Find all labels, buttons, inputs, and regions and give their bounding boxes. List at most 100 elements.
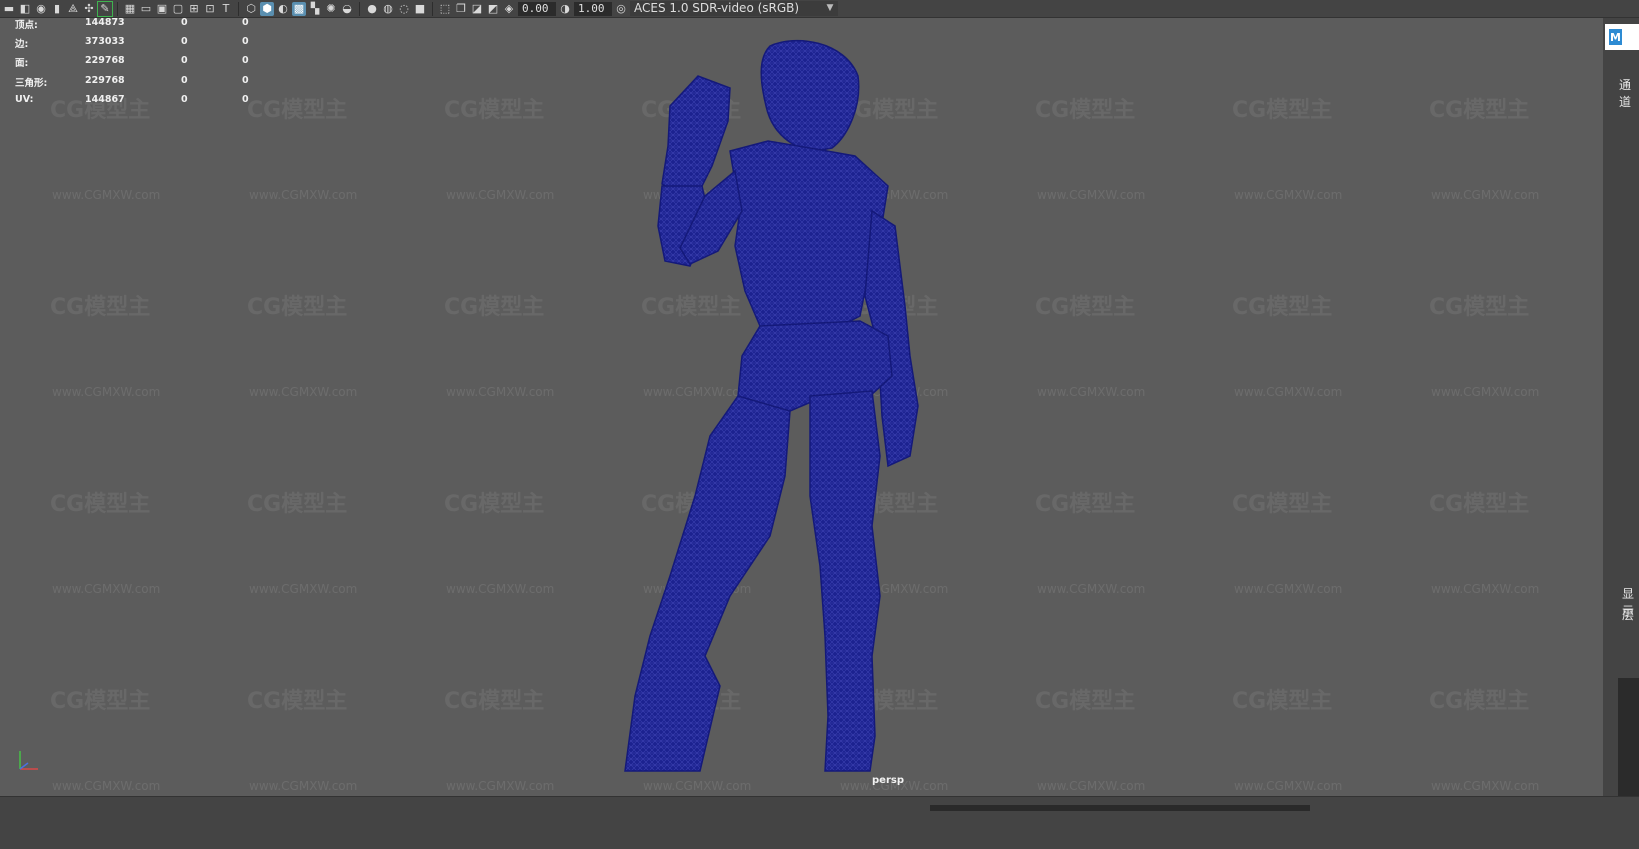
exposure-input[interactable] bbox=[518, 1, 556, 16]
gamma-icon[interactable]: ◑ bbox=[558, 2, 572, 16]
watermark-url: www.CGMXW.com bbox=[446, 385, 555, 399]
watermark-url: www.CGMXW.com bbox=[249, 582, 358, 596]
safe-action-icon[interactable]: ⊡ bbox=[203, 2, 217, 16]
watermark-logo: CG模型主 bbox=[1035, 98, 1136, 123]
camera-name-label: persp bbox=[872, 775, 904, 786]
hud-value: 144873 bbox=[85, 17, 125, 28]
field-chart-icon[interactable]: ⊞ bbox=[187, 2, 201, 16]
motion-blur-icon[interactable]: ◍ bbox=[381, 2, 395, 16]
watermark-logo: CG模型主 bbox=[50, 492, 151, 517]
hud-value: 0 bbox=[181, 55, 188, 67]
isolate-select-icon[interactable]: ⬚ bbox=[438, 2, 452, 16]
watermark-url: www.CGMXW.com bbox=[1234, 779, 1343, 793]
chevron-down-icon[interactable]: ▼ bbox=[822, 1, 838, 16]
maya-logo-tile: M bbox=[1605, 24, 1639, 50]
hud-row-edges: 边: 373033 0 0 bbox=[15, 36, 255, 55]
hud-label: UV: bbox=[15, 93, 34, 105]
toolbar-divider bbox=[117, 1, 118, 16]
hud-label: 顶点: bbox=[15, 20, 38, 31]
ambient-occlusion-icon[interactable]: ● bbox=[365, 2, 379, 16]
hud-value: 0 bbox=[181, 74, 188, 86]
watermark-url: www.CGMXW.com bbox=[52, 582, 161, 596]
gate-mask-icon[interactable]: ▢ bbox=[171, 2, 185, 16]
channels-tab-label[interactable]: 通道 bbox=[1619, 76, 1639, 110]
watermark-url: www.CGMXW.com bbox=[1037, 385, 1146, 399]
watermark-url: www.CGMXW.com bbox=[52, 779, 161, 793]
color-space-dropdown[interactable]: ACES 1.0 SDR-video (sRGB) ▼ bbox=[630, 1, 838, 16]
camera-icon[interactable]: ▬ bbox=[2, 2, 16, 16]
watermark-url: www.CGMXW.com bbox=[1234, 188, 1343, 202]
watermark-logo: CG模型主 bbox=[1035, 689, 1136, 714]
exposure-icon[interactable]: ◈ bbox=[502, 2, 516, 16]
watermark-url: www.CGMXW.com bbox=[446, 779, 555, 793]
hud-value: 373033 bbox=[85, 36, 125, 48]
xray-icon[interactable]: ❐ bbox=[454, 2, 468, 16]
watermark-url: www.CGMXW.com bbox=[52, 188, 161, 202]
backface-icon[interactable]: ◩ bbox=[486, 2, 500, 16]
hud-value: 229768 bbox=[85, 74, 125, 86]
shadows-icon[interactable]: ◒ bbox=[340, 2, 354, 16]
hud-value: 0 bbox=[181, 36, 188, 48]
safe-title-icon[interactable]: T bbox=[219, 2, 233, 16]
hud-label: 边: bbox=[15, 39, 29, 51]
watermark-url: www.CGMXW.com bbox=[446, 188, 555, 202]
camera-lock-icon[interactable]: ◉ bbox=[34, 2, 48, 16]
hud-value: 0 bbox=[181, 17, 188, 28]
watermark-logo: CG模型主 bbox=[1035, 492, 1136, 517]
watermark-url: www.CGMXW.com bbox=[1234, 582, 1343, 596]
gamma-input[interactable] bbox=[574, 1, 612, 16]
layer-tab-label[interactable]: 层 bbox=[1622, 606, 1634, 623]
hud-value: 0 bbox=[181, 93, 188, 105]
poly-count-hud: 顶点: 144873 0 0 边: 373033 0 0 面: 229768 0… bbox=[15, 17, 255, 113]
watermark-logo: CG模型主 bbox=[1232, 295, 1333, 320]
watermark-logo: CG模型主 bbox=[247, 98, 348, 123]
time-slider-strip[interactable] bbox=[930, 805, 1310, 811]
hud-value: 0 bbox=[242, 17, 249, 28]
checker-icon[interactable]: ▚ bbox=[308, 2, 322, 16]
resolution-gate-icon[interactable]: ▣ bbox=[155, 2, 169, 16]
watermark-url: www.CGMXW.com bbox=[643, 779, 752, 793]
watermark-url: www.CGMXW.com bbox=[1234, 385, 1343, 399]
watermark-url: www.CGMXW.com bbox=[249, 385, 358, 399]
watermark-logo: CG模型主 bbox=[1232, 98, 1333, 123]
watermark-logo: CG模型主 bbox=[1429, 295, 1530, 320]
viewport-toolbar: ▬ ◧ ◉ ▮ ⟁ ✣ ✎ ▦ ▭ ▣ ▢ ⊞ ⊡ T ⬡ ⬢ ◐ ▩ ▚ ✺ … bbox=[0, 0, 1639, 18]
watermark-url: www.CGMXW.com bbox=[1431, 779, 1540, 793]
image-plane-icon[interactable]: ⟁ bbox=[66, 2, 80, 16]
two-d-pan-icon[interactable]: ✣ bbox=[82, 2, 96, 16]
smooth-shade-icon[interactable]: ⬢ bbox=[260, 1, 274, 16]
watermark-logo: CG模型主 bbox=[1429, 689, 1530, 714]
hud-value: 144867 bbox=[85, 93, 125, 105]
depth-of-field-icon[interactable]: ■ bbox=[413, 2, 427, 16]
layer-list-box[interactable] bbox=[1618, 678, 1639, 808]
wireframe-character-model[interactable] bbox=[610, 36, 940, 776]
anti-aliasing-icon[interactable]: ◌ bbox=[397, 2, 411, 16]
watermark-logo: CG模型主 bbox=[247, 492, 348, 517]
hud-value: 0 bbox=[242, 36, 249, 48]
watermark-logo: CG模型主 bbox=[444, 98, 545, 123]
axis-gizmo bbox=[19, 751, 38, 770]
lights-icon[interactable]: ✺ bbox=[324, 2, 338, 16]
watermark-logo: CG模型主 bbox=[444, 295, 545, 320]
default-material-icon[interactable]: ◐ bbox=[276, 2, 290, 16]
hud-value: 229768 bbox=[85, 55, 125, 67]
grease-pencil-icon[interactable]: ✎ bbox=[97, 0, 113, 17]
hud-row-vertices: 顶点: 144873 0 0 bbox=[15, 17, 255, 36]
maya-logo-icon: M bbox=[1609, 29, 1622, 45]
camera-attr-icon[interactable]: ◧ bbox=[18, 2, 32, 16]
toolbar-divider bbox=[359, 1, 360, 16]
wireframe-icon[interactable]: ⬡ bbox=[244, 2, 258, 16]
bookmark-icon[interactable]: ▮ bbox=[50, 2, 64, 16]
textured-icon[interactable]: ▩ bbox=[292, 1, 306, 16]
hud-row-uvs: UV: 144867 0 0 bbox=[15, 94, 255, 113]
grid-icon[interactable]: ▦ bbox=[123, 2, 137, 16]
toolbar-divider bbox=[238, 1, 239, 16]
color-management-icon[interactable]: ◎ bbox=[614, 2, 628, 16]
toolbar-divider bbox=[432, 1, 433, 16]
xray-joints-icon[interactable]: ◪ bbox=[470, 2, 484, 16]
watermark-logo: CG模型主 bbox=[1035, 295, 1136, 320]
color-space-label: ACES 1.0 SDR-video (sRGB) bbox=[634, 1, 800, 15]
watermark-url: www.CGMXW.com bbox=[1431, 188, 1540, 202]
watermark-url: www.CGMXW.com bbox=[1037, 188, 1146, 202]
film-gate-icon[interactable]: ▭ bbox=[139, 2, 153, 16]
